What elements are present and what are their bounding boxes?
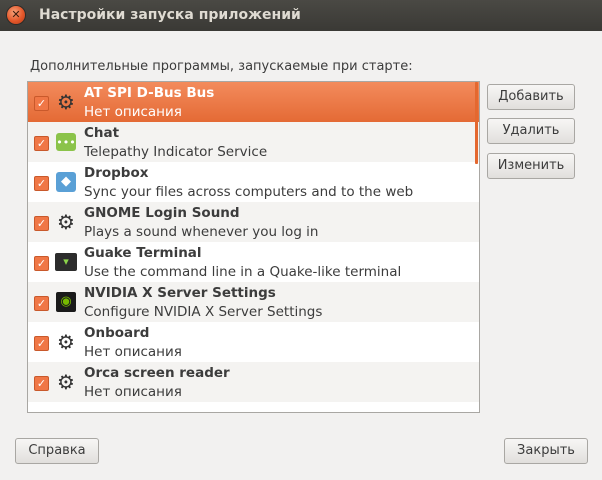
enabled-checkbox[interactable]: ✓ [34,296,49,311]
item-name: AT SPI D-Bus Bus [84,85,215,101]
help-button[interactable]: Справка [15,438,99,464]
list-description: Дополнительные программы, запускаемые пр… [30,59,413,74]
item-name: Chat [84,125,120,141]
list-item[interactable]: ✓ ⚙ AT SPI D-Bus Bus Нет описания [28,82,479,122]
item-comment: Telepathy Indicator Service [84,144,268,160]
list-scrollbar[interactable] [475,82,478,164]
item-comment: Sync your files across computers and to … [84,184,414,200]
gear-icon: ⚙ [57,90,75,114]
add-button[interactable]: Добавить [487,84,575,110]
gear-icon: ⚙ [57,370,75,394]
titlebar: ✕ Настройки запуска приложений [0,0,602,31]
list-item[interactable]: ✓ ••• Chat Telepathy Indicator Service [28,122,479,162]
item-comment: Configure NVIDIA X Server Settings [84,304,323,320]
item-name: Guake Terminal [84,245,202,261]
item-name: Orca screen reader [84,365,230,381]
close-button[interactable]: Закрыть [504,438,588,464]
list-item[interactable]: ✓ ⚙ Onboard Нет описания [28,322,479,362]
window-title: Настройки запуска приложений [39,7,301,23]
nvidia-icon: ◉ [56,292,76,312]
enabled-checkbox[interactable]: ✓ [34,96,49,111]
startup-programs-list[interactable]: ✓ ⚙ AT SPI D-Bus Bus Нет описания ✓ ••• … [27,81,480,413]
list-item[interactable]: ✓ ⚙ GNOME Login Sound Plays a sound when… [28,202,479,242]
enabled-checkbox[interactable]: ✓ [34,336,49,351]
item-comment: Use the command line in a Quake-like ter… [84,264,402,280]
item-comment: Нет описания [84,104,182,120]
startup-applications-window: ✕ Настройки запуска приложений Дополните… [0,0,602,480]
gear-icon: ⚙ [57,330,75,354]
item-name: GNOME Login Sound [84,205,240,221]
enabled-checkbox[interactable]: ✓ [34,376,49,391]
item-comment: Нет описания [84,384,182,400]
chat-icon: ••• [56,133,76,151]
dropbox-icon: ◆ [56,172,76,192]
terminal-icon: ▾ [55,253,77,271]
remove-button[interactable]: Удалить [487,118,575,144]
item-comment: Plays a sound whenever you log in [84,224,319,240]
list-item[interactable]: ✓ ◆ Dropbox Sync your files across compu… [28,162,479,202]
enabled-checkbox[interactable]: ✓ [34,136,49,151]
list-item-partial[interactable] [28,402,479,412]
item-name: Dropbox [84,165,149,181]
list-item[interactable]: ✓ ⚙ Orca screen reader Нет описания [28,362,479,402]
edit-button[interactable]: Изменить [487,153,575,179]
list-item[interactable]: ✓ ▾ Guake Terminal Use the command line … [28,242,479,282]
gear-icon: ⚙ [57,210,75,234]
item-comment: Нет описания [84,344,182,360]
enabled-checkbox[interactable]: ✓ [34,176,49,191]
enabled-checkbox[interactable]: ✓ [34,216,49,231]
enabled-checkbox[interactable]: ✓ [34,256,49,271]
item-name: NVIDIA X Server Settings [84,285,276,301]
list-item[interactable]: ✓ ◉ NVIDIA X Server Settings Configure N… [28,282,479,322]
close-window-icon[interactable]: ✕ [7,6,25,24]
item-name: Onboard [84,325,150,341]
